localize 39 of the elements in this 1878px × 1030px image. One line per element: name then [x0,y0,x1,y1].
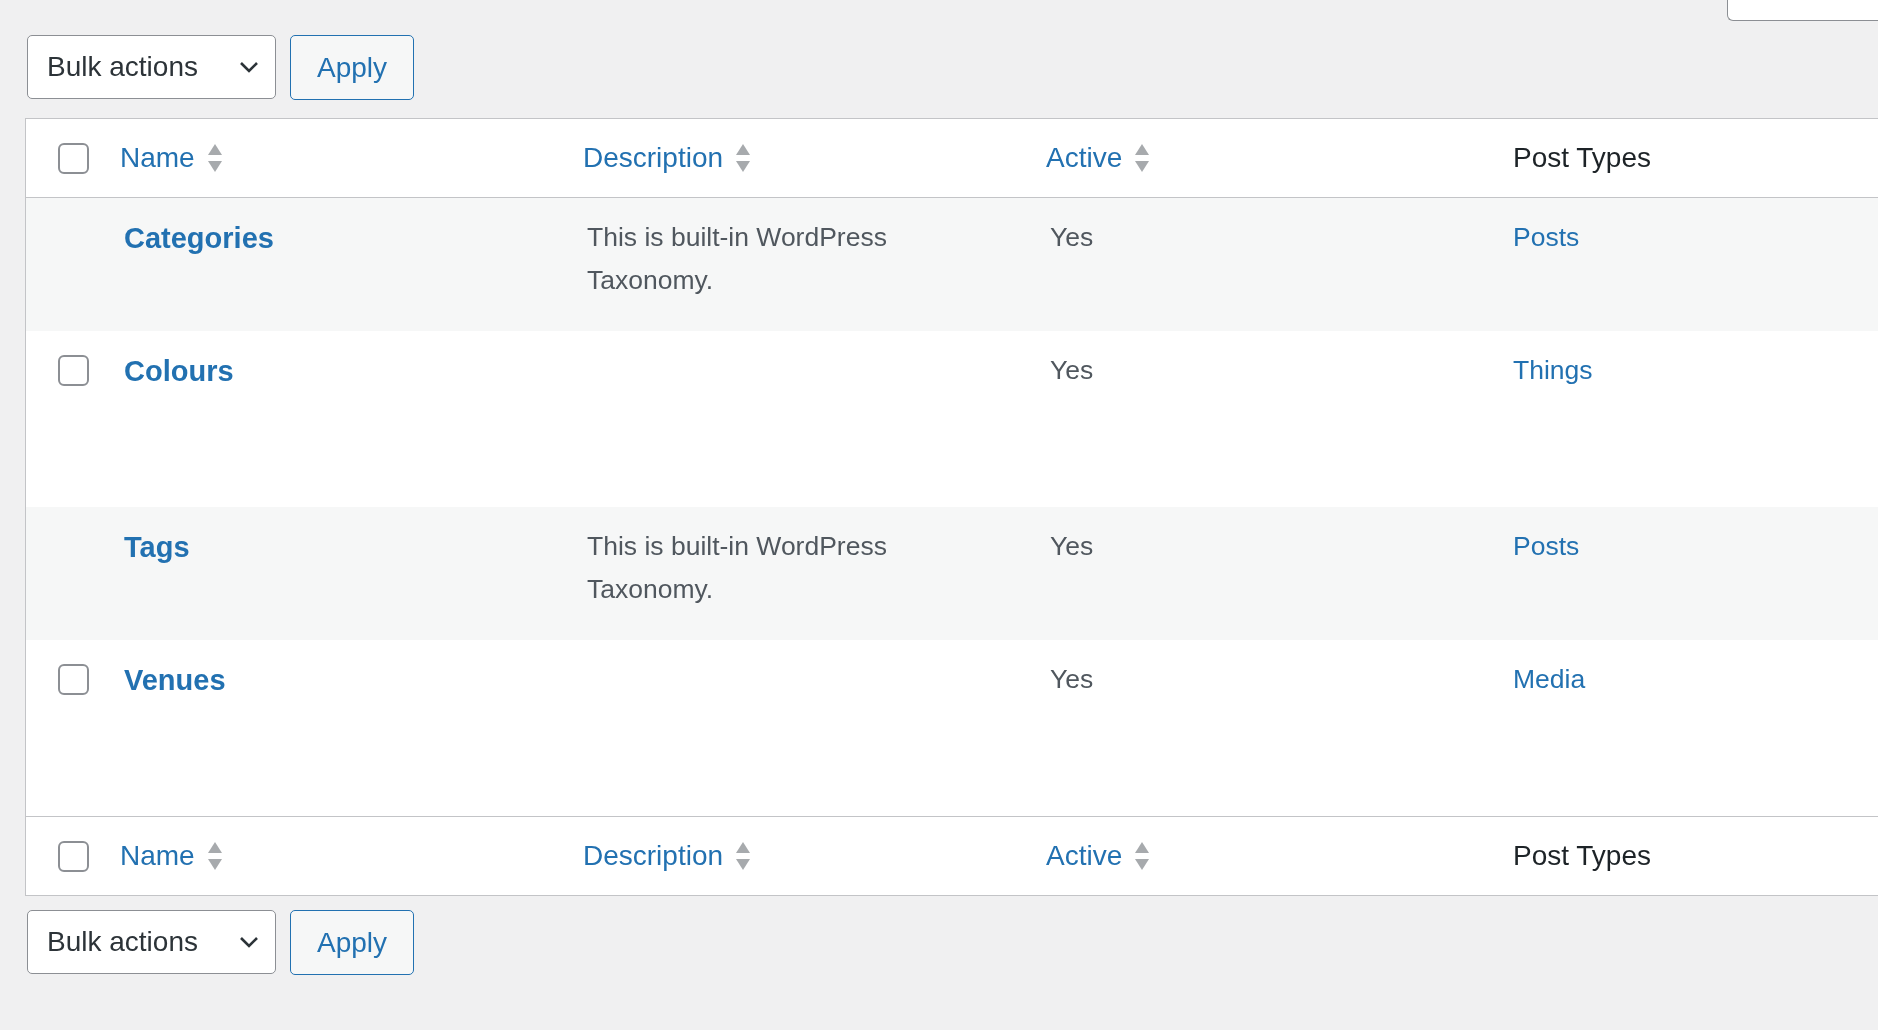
input-field[interactable] [1727,0,1878,21]
checkbox[interactable] [57,142,89,174]
column-header: Post Types [1513,840,1651,871]
column-sort-link[interactable]: Description [583,840,752,872]
sort-arrows-icon [735,143,752,173]
active-status: Yes [1049,663,1095,696]
apply-button[interactable]: Apply [290,910,414,975]
bulk-actions-dropdown[interactable]: Bulk actions [27,35,276,99]
sort-arrows-icon [206,143,223,173]
taxonomy-name-link[interactable]: Venues [120,664,226,696]
column-sort-link[interactable]: Active [1046,840,1151,872]
apply-button[interactable]: Apply [290,35,414,100]
post-type-link[interactable]: Posts [1513,531,1580,562]
taxonomy-name-link[interactable]: Tags [120,531,190,563]
taxonomy-name-link[interactable]: Colours [120,355,234,387]
sort-arrows-icon [735,841,752,871]
checkbox[interactable] [57,840,89,872]
active-status: Yes [1049,530,1095,563]
sort-arrows-icon [1134,841,1151,871]
post-type-link[interactable]: Posts [1513,222,1580,253]
description-text: This is built-in WordPress Taxonomy. [586,221,888,297]
column-sort-link[interactable]: Description [583,142,752,174]
post-type-link[interactable]: Things [1513,355,1593,386]
column-sort-link[interactable]: Name [120,840,223,872]
column-sort-link[interactable]: Active [1046,142,1151,174]
bulk-actions-dropdown[interactable]: Bulk actions [27,910,276,974]
active-status: Yes [1049,221,1095,254]
active-status: Yes [1049,354,1095,387]
chevron-down-icon [239,61,259,73]
sort-arrows-icon [206,841,223,871]
description-text: This is built-in WordPress Taxonomy. [586,530,888,606]
sort-arrows-icon [1134,143,1151,173]
chevron-down-icon [239,936,259,948]
post-type-link[interactable]: Media [1513,664,1586,695]
column-sort-link[interactable]: Name [120,142,223,174]
checkbox[interactable] [57,355,89,386]
column-header: Post Types [1513,142,1651,173]
taxonomy-name-link[interactable]: Categories [120,222,274,254]
checkbox[interactable] [57,664,89,695]
